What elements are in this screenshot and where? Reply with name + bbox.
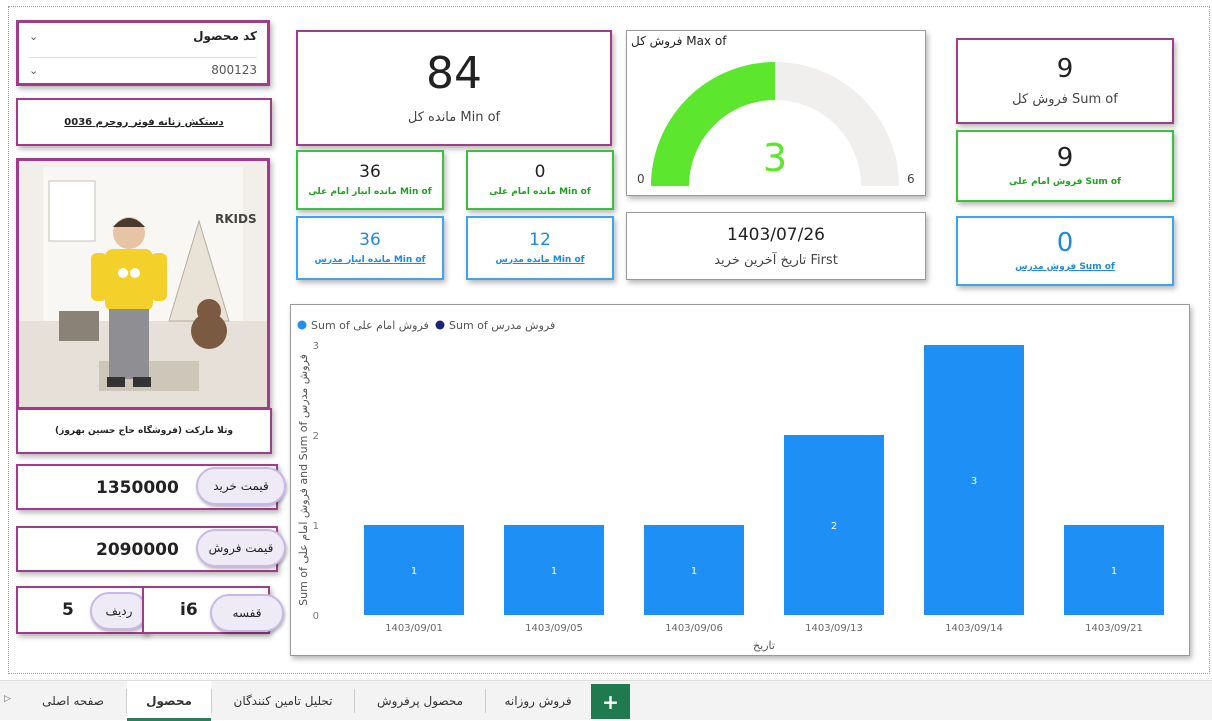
buy-price-label: قیمت خرید [196, 467, 286, 505]
report-canvas: کد محصول ⌄ ⌄ 800123 دستکش زنانه فوتر روج… [0, 0, 1212, 721]
gauge-value: 3 [763, 136, 787, 180]
gauge-max-label: 6 [907, 172, 915, 186]
scroll-left-icon[interactable]: ▷ [4, 694, 11, 704]
total-stock-card: 84 Min of مانده کل [296, 30, 612, 146]
gauge-card: Max of فروش کل 3 0 6 [626, 30, 926, 196]
product-code-slicer[interactable]: کد محصول ⌄ ⌄ 800123 [16, 20, 270, 86]
sell-price-label: قیمت فروش [196, 529, 286, 567]
add-page-button[interactable]: + [591, 684, 630, 719]
product-name: دستکش زنانه فوتر روجرم 0036 [64, 116, 224, 128]
slicer-title: کد محصول [193, 29, 257, 43]
stock-modarres-value: 12 [529, 229, 551, 250]
stock-ali-value: 0 [534, 161, 546, 182]
sales-bar-chart: Sum of فروش امام علی Sum of فروش مدرس 0 1 2 3… [297, 319, 1164, 652]
x-tick-label: 1403/09/13 [805, 623, 863, 634]
legend-marker [435, 320, 445, 330]
stock-warehouse-modarres-value: 36 [359, 229, 381, 250]
buy-price-value: 1350000 [96, 478, 179, 498]
tab-daily-sales[interactable]: فروش روزانه [486, 681, 590, 721]
page-tab-bar: ▷ صفحه اصلی محصول تحلیل تامین کنندگان مح… [0, 680, 1212, 721]
tab-best-selling[interactable]: محصول پرفروش [355, 681, 485, 721]
sales-ali-value: 9 [1056, 143, 1074, 173]
sales-modarres-value: 0 [1056, 228, 1074, 258]
chevron-down-icon[interactable]: ⌄ [29, 64, 38, 77]
product-photo: RKIDS [19, 161, 267, 407]
y-tick-label: 2 [313, 431, 319, 442]
tab-product[interactable]: محصول [127, 681, 211, 721]
tab-supplier-analysis[interactable]: تحلیل تامین کنندگان [212, 681, 354, 721]
stock-modarres-card[interactable]: 12 Min of مانده مدرس [466, 216, 614, 280]
row-label: ردیف [90, 592, 148, 630]
x-tick-label: 1403/09/21 [1085, 623, 1143, 634]
bar-data-label: 2 [831, 521, 837, 532]
x-tick-label: 1403/09/01 [385, 623, 443, 634]
legend-label: Sum of فروش امام علی [311, 319, 429, 332]
shelf-label: قفسه [210, 594, 284, 632]
sales-bar-chart-card: Sum of فروش امام علی Sum of فروش مدرس 0 1 2 3… [290, 304, 1190, 656]
stock-warehouse-modarres-card[interactable]: 36 Min of مانده انبار مدرس [296, 216, 444, 280]
last-purchase-value: 1403/07/26 [727, 224, 825, 245]
slicer-header: کد محصول ⌄ [29, 29, 257, 43]
bar-data-label: 3 [971, 476, 977, 487]
product-image-card: RKIDS [16, 158, 270, 410]
sell-price-value: 2090000 [96, 540, 179, 560]
total-stock-value: 84 [426, 47, 482, 99]
last-purchase-label: First تاریخ آخرین خرید [714, 252, 838, 268]
chevron-down-icon[interactable]: ⌄ [29, 30, 38, 43]
stock-warehouse-ali-value: 36 [359, 161, 381, 182]
product-name-card: دستکش زنانه فوتر روجرم 0036 [16, 98, 272, 146]
legend-label: Sum of فروش مدرس [449, 319, 555, 332]
y-axis-label: Sum of فروش امام علی and Sum of فروش مدر… [297, 354, 310, 606]
bar-data-label: 1 [691, 566, 697, 577]
total-sales-value: 9 [1056, 53, 1074, 84]
gauge-min-label: 0 [637, 172, 645, 186]
y-tick-label: 1 [313, 521, 319, 532]
bar-data-label: 1 [551, 566, 557, 577]
bar-data-label: 1 [411, 566, 417, 577]
gauge-fill [651, 62, 776, 187]
gauge-chart: 3 0 6 [637, 62, 915, 187]
stock-warehouse-modarres-label[interactable]: Min of مانده انبار مدرس [315, 255, 426, 265]
x-tick-label: 1403/09/14 [945, 623, 1003, 634]
store-caption-card: وتلا مارکت (فروشگاه حاج حسین بهروز) [16, 408, 272, 454]
shelf-value: i6 [180, 600, 198, 620]
stock-modarres-label[interactable]: Min of مانده مدرس [495, 255, 584, 265]
y-tick-label: 0 [313, 611, 319, 622]
slicer-dropdown[interactable]: ⌄ 800123 [29, 57, 257, 77]
stock-ali-label: Min of مانده امام علی [489, 186, 591, 197]
sales-modarres-label[interactable]: Sum of فروش مدرس [1015, 262, 1115, 272]
brand-logo-text: RKIDS [215, 212, 257, 226]
last-purchase-card: 1403/07/26 First تاریخ آخرین خرید [626, 212, 926, 280]
legend-marker [297, 320, 307, 330]
bar-data-label: 1 [1111, 566, 1117, 577]
row-value: 5 [62, 600, 74, 620]
stock-warehouse-ali-label: Min of مانده انبار امام علی [308, 186, 432, 197]
store-caption: وتلا مارکت (فروشگاه حاج حسین بهروز) [55, 426, 233, 436]
y-tick-label: 3 [313, 341, 319, 352]
sales-ali-label: Sum of فروش امام علی [1009, 177, 1121, 187]
x-tick-label: 1403/09/06 [665, 623, 723, 634]
stock-ali-card: 0 Min of مانده امام علی [466, 150, 614, 210]
slicer-value: 800123 [211, 63, 257, 77]
stock-warehouse-ali-card: 36 Min of مانده انبار امام علی [296, 150, 444, 210]
total-stock-label: Min of مانده کل [407, 109, 501, 125]
sales-modarres-card[interactable]: 0 Sum of فروش مدرس [956, 216, 1174, 286]
x-tick-label: 1403/09/05 [525, 623, 583, 634]
total-sales-card: 9 Sum of فروش کل [956, 38, 1174, 124]
total-sales-label: Sum of فروش کل [1012, 91, 1118, 107]
sales-ali-card: 9 Sum of فروش امام علی [956, 130, 1174, 202]
x-axis-label: تاریخ [753, 639, 775, 652]
tab-home[interactable]: صفحه اصلی [20, 681, 126, 721]
